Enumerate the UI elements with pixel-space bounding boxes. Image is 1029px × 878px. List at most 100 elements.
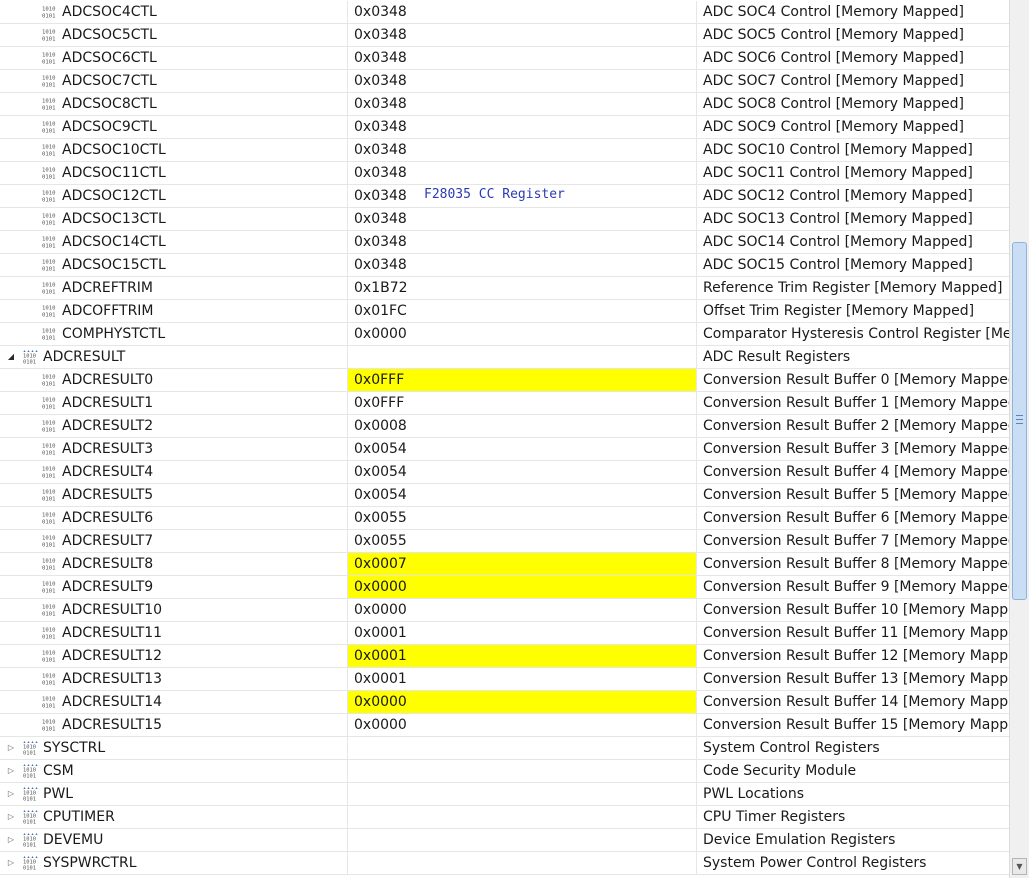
scroll-down-button[interactable]: ▼ <box>1012 858 1027 875</box>
value-cell[interactable]: 0x0348 <box>348 162 697 184</box>
name-cell: 1010 0101 ADCREFTRIM <box>0 277 348 299</box>
register-row[interactable]: 1010 0101 ADCSOC4CTL 0x0348 ADC SOC4 Control… <box>0 1 1009 24</box>
group-row[interactable]: ▷ 1010 0101 SYSPWRCTRL System Power Control … <box>0 852 1009 875</box>
value-cell[interactable]: 0x0054 <box>348 484 697 506</box>
value-cell[interactable]: 0x1B72 <box>348 277 697 299</box>
register-row[interactable]: 1010 0101 ADCSOC11CTL 0x0348 ADC SOC11 Contr… <box>0 162 1009 185</box>
value-cell[interactable]: 0x0348 <box>348 1 697 23</box>
value-cell[interactable]: 0x0008 <box>348 415 697 437</box>
value-cell[interactable]: 0x0007 <box>348 553 697 575</box>
group-row[interactable]: ▷ 1010 0101 SYSCTRL System Control Registers <box>0 737 1009 760</box>
expand-arrow-icon[interactable]: ▷ <box>6 737 16 759</box>
value-cell[interactable]: 0x0348 <box>348 116 697 138</box>
value-cell[interactable]: 0x0348 <box>348 254 697 276</box>
expand-arrow-icon[interactable]: ▷ <box>6 829 16 851</box>
name-cell: ▷ 1010 0101 SYSCTRL <box>0 737 348 759</box>
register-row[interactable]: 1010 0101 ADCREFTRIM 0x1B72 Reference Trim R… <box>0 277 1009 300</box>
value-cell[interactable]: 0x0348 <box>348 231 697 253</box>
value-cell[interactable]: 0x0FFF <box>348 369 697 391</box>
svg-text:1010: 1010 <box>42 421 55 427</box>
register-name: ADCRESULT <box>43 349 126 365</box>
svg-text:0101: 0101 <box>42 129 55 135</box>
expand-arrow-icon[interactable]: ▷ <box>6 852 16 874</box>
value-cell[interactable]: 0x0348 <box>348 93 697 115</box>
value-cell[interactable]: 0x0000 <box>348 714 697 736</box>
register-row[interactable]: 1010 0101 ADCRESULT15 0x0000 Conversion Resu… <box>0 714 1009 737</box>
group-row[interactable]: ▷ 1010 0101 DEVEMU Device Emulation Register… <box>0 829 1009 852</box>
register-row[interactable]: 1010 0101 ADCSOC15CTL 0x0348 ADC SOC15 Contr… <box>0 254 1009 277</box>
value-cell[interactable]: 0x0348 <box>348 139 697 161</box>
description-cell: Reference Trim Register [Memory Mapped] <box>703 280 1003 296</box>
expand-arrow-icon[interactable]: ▷ <box>6 783 16 805</box>
register-row[interactable]: 1010 0101 ADCSOC14CTL 0x0348 ADC SOC14 Contr… <box>0 231 1009 254</box>
value-cell[interactable]: 0x0000 <box>348 599 697 621</box>
register-row[interactable]: 1010 0101 ADCRESULT12 0x0001 Conversion Resu… <box>0 645 1009 668</box>
value-cell[interactable]: 0x0001 <box>348 622 697 644</box>
register-row[interactable]: 1010 0101 ADCRESULT13 0x0001 Conversion Resu… <box>0 668 1009 691</box>
register-name: PWL <box>43 786 74 802</box>
svg-text:0101: 0101 <box>42 497 55 503</box>
scrollbar-thumb[interactable] <box>1012 242 1027 600</box>
expand-arrow-icon[interactable]: ▷ <box>6 760 16 782</box>
svg-text:0101: 0101 <box>42 37 55 43</box>
register-row[interactable]: 1010 0101 ADCSOC13CTL 0x0348 ADC SOC13 Contr… <box>0 208 1009 231</box>
register-row[interactable]: 1010 0101 ADCSOC5CTL 0x0348 ADC SOC5 Control… <box>0 24 1009 47</box>
description-cell: ADC SOC15 Control [Memory Mapped] <box>703 257 973 273</box>
value-cell[interactable]: 0x0001 <box>348 668 697 690</box>
vertical-scrollbar[interactable]: ▼ <box>1009 0 1029 878</box>
register-row[interactable]: 1010 0101 ADCRESULT9 0x0000 Conversion Resul… <box>0 576 1009 599</box>
value-cell[interactable]: 0x0055 <box>348 507 697 529</box>
register-row[interactable]: 1010 0101 ADCSOC10CTL 0x0348 ADC SOC10 Contr… <box>0 139 1009 162</box>
group-row[interactable]: ▷ 1010 0101 CPUTIMER CPU Timer Registers <box>0 806 1009 829</box>
register-row[interactable]: 1010 0101 ADCRESULT0 0x0FFF Conversion Resul… <box>0 369 1009 392</box>
register-row[interactable]: 1010 0101 ADCOFFTRIM 0x01FC Offset Trim Regi… <box>0 300 1009 323</box>
register-row[interactable]: 1010 0101 ADCSOC9CTL 0x0348 ADC SOC9 Control… <box>0 116 1009 139</box>
expand-arrow-icon[interactable]: ▷ <box>6 806 16 828</box>
collapse-arrow-icon[interactable]: ◢ <box>6 346 16 368</box>
value-cell[interactable]: 0x0348 <box>348 208 697 230</box>
register-row[interactable]: 1010 0101 ADCRESULT8 0x0007 Conversion Resul… <box>0 553 1009 576</box>
value-cell[interactable]: 0x0054 <box>348 461 697 483</box>
value-cell[interactable]: 0x0000 <box>348 576 697 598</box>
value-cell[interactable]: 0x0000 <box>348 323 697 345</box>
value-cell[interactable]: 0x0FFF <box>348 392 697 414</box>
register-row[interactable]: 1010 0101 COMPHYSTCTL 0x0000 Comparator Hyst… <box>0 323 1009 346</box>
description-cell: CPU Timer Registers <box>703 809 846 825</box>
description-cell: Conversion Result Buffer 5 [Memory Mappe… <box>703 487 1009 503</box>
register-row[interactable]: 1010 0101 ADCRESULT4 0x0054 Conversion Resul… <box>0 461 1009 484</box>
value-cell[interactable]: 0x01FC <box>348 300 697 322</box>
group-row[interactable]: ▷ 1010 0101 PWL PWL Locations <box>0 783 1009 806</box>
register-icon: 1010 0101 <box>42 304 57 319</box>
scrollbar-grip-icon <box>1016 415 1023 424</box>
group-row[interactable]: ▷ 1010 0101 CSM Code Security Module <box>0 760 1009 783</box>
register-icon: 1010 0101 <box>42 511 57 526</box>
register-row[interactable]: 1010 0101 ADCRESULT6 0x0055 Conversion Resul… <box>0 507 1009 530</box>
name-cell: 1010 0101 ADCRESULT3 <box>0 438 348 460</box>
name-cell: 1010 0101 ADCRESULT13 <box>0 668 348 690</box>
value-cell[interactable]: 0x0001 <box>348 645 697 667</box>
value-cell[interactable]: 0x0348 <box>348 24 697 46</box>
register-row[interactable]: 1010 0101 ADCSOC8CTL 0x0348 ADC SOC8 Control… <box>0 93 1009 116</box>
register-row[interactable]: 1010 0101 ADCRESULT2 0x0008 Conversion Resul… <box>0 415 1009 438</box>
register-row[interactable]: 1010 0101 ADCRESULT7 0x0055 Conversion Resul… <box>0 530 1009 553</box>
register-row[interactable]: 1010 0101 ADCRESULT1 0x0FFF Conversion Resul… <box>0 392 1009 415</box>
value-cell[interactable]: 0x0055 <box>348 530 697 552</box>
value-cell[interactable]: 0x0000 <box>348 691 697 713</box>
register-row[interactable]: 1010 0101 ADCSOC6CTL 0x0348 ADC SOC6 Control… <box>0 47 1009 70</box>
register-row[interactable]: 1010 0101 ADCRESULT11 0x0001 Conversion Resu… <box>0 622 1009 645</box>
name-cell: ▷ 1010 0101 DEVEMU <box>0 829 348 851</box>
value-cell[interactable]: 0x0348 <box>348 47 697 69</box>
value-cell[interactable]: 0x0054 <box>348 438 697 460</box>
description-cell: Conversion Result Buffer 3 [Memory Mappe… <box>703 441 1009 457</box>
register-row[interactable]: 1010 0101 ADCRESULT5 0x0054 Conversion Resul… <box>0 484 1009 507</box>
value-cell[interactable]: 0x0348 <box>348 70 697 92</box>
group-row[interactable]: ◢ 1010 0101 ADCRESULT ADC Result Registers <box>0 346 1009 369</box>
register-row[interactable]: 1010 0101 ADCRESULT14 0x0000 Conversion Resu… <box>0 691 1009 714</box>
register-row[interactable]: 1010 0101 ADCSOC7CTL 0x0348 ADC SOC7 Control… <box>0 70 1009 93</box>
svg-text:0101: 0101 <box>42 520 55 526</box>
register-icon: 1010 0101 <box>42 235 57 250</box>
register-row[interactable]: 1010 0101 ADCRESULT10 0x0000 Conversion Resu… <box>0 599 1009 622</box>
description-cell: System Power Control Registers <box>703 855 927 871</box>
register-row[interactable]: 1010 0101 ADCRESULT3 0x0054 Conversion Resul… <box>0 438 1009 461</box>
register-name: ADCSOC4CTL <box>62 4 157 20</box>
